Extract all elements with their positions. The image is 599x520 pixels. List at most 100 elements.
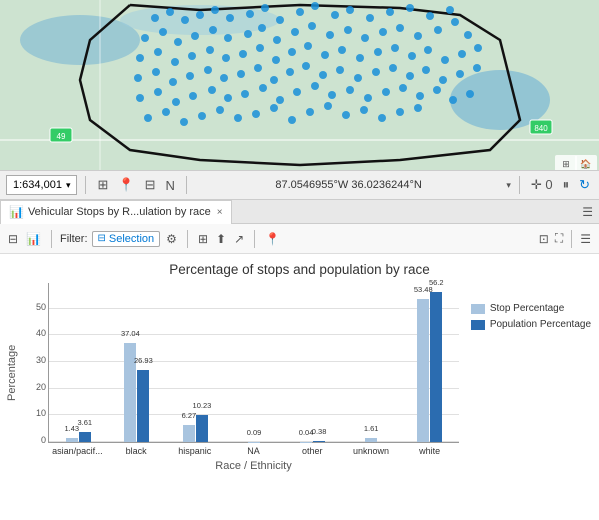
- x-label-white: white: [400, 446, 459, 456]
- columns-icon[interactable]: ⊞: [196, 232, 210, 246]
- legend-stop-box: [471, 304, 485, 314]
- list-view-icon[interactable]: ☰: [578, 232, 593, 246]
- bar-pop-label-other: 0.38: [312, 427, 327, 436]
- toolbar-separator-2: [186, 176, 187, 194]
- fullscreen-icon[interactable]: ⛶: [553, 231, 565, 246]
- bar-stop-hispanic: 6.27: [183, 425, 195, 442]
- nav-icon[interactable]: N: [162, 177, 177, 194]
- bar-group-asian/pacif...: 1.433.61: [49, 432, 108, 442]
- chart-area: Percentage of stops and population by ra…: [0, 254, 599, 520]
- table-icon[interactable]: ⊟: [142, 176, 159, 194]
- grid-label-30: 30: [36, 355, 49, 365]
- bar-group-unknown: 1.61: [342, 438, 401, 442]
- bar-pop-hispanic: 10.23: [196, 415, 208, 442]
- bar-stop-label-black: 37.04: [121, 329, 140, 338]
- bar-stop-asian/pacif...: 1.43: [66, 438, 78, 442]
- bar-stop-white: 53.48: [417, 299, 429, 442]
- filter-sep-1: [51, 230, 52, 248]
- grid-label-50: 50: [36, 302, 49, 312]
- filter-right-group: ⊡ ⛶ ☰: [537, 230, 593, 248]
- filter-sep-4: [571, 230, 572, 248]
- legend-stop-label: Stop Percentage: [490, 303, 565, 314]
- x-label-hispanic: hispanic: [165, 446, 224, 456]
- chart-plot-area: 010203040501.433.6137.0426.936.2710.230.…: [48, 283, 459, 443]
- bar-pop-label-white: 56.2: [429, 278, 444, 287]
- x-label-unknown: unknown: [342, 446, 401, 456]
- x-label-NA: NA: [224, 446, 283, 456]
- chart-view-icon[interactable]: 📊: [24, 232, 43, 246]
- share-icon[interactable]: ↗: [232, 232, 246, 246]
- bar-pop-label-hispanic: 10.23: [193, 401, 212, 410]
- svg-text:⊞: ⊞: [562, 159, 570, 169]
- chart-container: Percentage 010203040501.433.6137.0426.93…: [0, 283, 599, 498]
- bar-stop-label-NA: 0.09: [247, 428, 262, 437]
- filter-label: Filter:: [60, 233, 88, 245]
- bar-group-black: 37.0426.93: [108, 343, 167, 442]
- chart-title: Percentage of stops and population by ra…: [0, 262, 599, 277]
- bar-pop-black: 26.93: [137, 370, 149, 442]
- tab-menu-icon[interactable]: ☰: [582, 205, 593, 219]
- bar-stop-unknown: 1.61: [365, 438, 377, 442]
- x-axis-title: Race / Ethnicity: [48, 460, 459, 472]
- bar-stop-label-hispanic: 6.27: [182, 411, 197, 420]
- legend-pop: Population Percentage: [471, 319, 591, 330]
- zoom-fit-icon[interactable]: ⊡: [537, 232, 551, 246]
- map-pin-icon[interactable]: 📍: [263, 232, 282, 246]
- grid-label-40: 40: [36, 328, 49, 338]
- pause-icon[interactable]: ⏸: [560, 176, 573, 194]
- toolbar-separator-3: [519, 176, 520, 194]
- scale-selector[interactable]: 1:634,001 ▾: [6, 175, 77, 195]
- coords-dropdown[interactable]: ▾: [506, 180, 511, 191]
- legend-stop: Stop Percentage: [471, 303, 591, 314]
- bar-group-hispanic: 6.2710.23: [166, 415, 225, 442]
- bar-pop-other: 0.38: [313, 441, 325, 442]
- x-label-other: other: [283, 446, 342, 456]
- scale-dropdown-arrow[interactable]: ▾: [66, 180, 71, 191]
- bar-pop-label-black: 26.93: [134, 356, 153, 365]
- map-area: 49 840: [0, 0, 599, 170]
- x-label-asian/pacif...: asian/pacif...: [48, 446, 107, 456]
- grid-label-20: 20: [36, 382, 49, 392]
- chart-legend: Stop Percentage Population Percentage: [471, 303, 591, 335]
- table-view-icon[interactable]: ⊟: [6, 232, 20, 246]
- tab-label: Vehicular Stops by R...ulation by race: [28, 206, 211, 218]
- selection-filter-pill[interactable]: ⊟ Selection: [92, 231, 161, 247]
- tab-bar: 📊 Vehicular Stops by R...ulation by race…: [0, 200, 599, 224]
- coordinates-display: 87.0546955°W 36.0236244°N: [195, 179, 502, 191]
- tab-chart-icon: 📊: [9, 205, 24, 219]
- bar-group-white: 53.4856.2: [400, 292, 459, 442]
- grid-label-0: 0: [41, 435, 49, 445]
- bars-row: 1.433.6137.0426.936.2710.230.090.040.381…: [49, 282, 459, 442]
- filter-settings-icon[interactable]: ⚙: [164, 232, 179, 246]
- active-tab[interactable]: 📊 Vehicular Stops by R...ulation by race…: [0, 200, 232, 224]
- legend-pop-box: [471, 320, 485, 330]
- pin-icon[interactable]: 📍: [115, 176, 137, 194]
- filter-funnel-icon: ⊟: [98, 233, 106, 244]
- bar-group-other: 0.040.38: [283, 441, 342, 442]
- export-icon[interactable]: ⬆: [214, 232, 228, 246]
- refresh-icon[interactable]: ↻: [576, 176, 593, 194]
- bar-pop-asian/pacif...: 3.61: [79, 432, 91, 442]
- grid-label-10: 10: [36, 408, 49, 418]
- svg-text:49: 49: [57, 132, 66, 141]
- toolbar-separator-1: [85, 176, 86, 194]
- scale-value: 1:634,001: [13, 179, 62, 191]
- cursor-icon[interactable]: ✛ 0: [528, 176, 556, 194]
- toolbar: 1:634,001 ▾ ⊞ 📍 ⊟ N 87.0546955°W 36.0236…: [0, 170, 599, 200]
- y-axis-label: Percentage: [6, 293, 18, 453]
- filter-pill-label: Selection: [109, 233, 154, 245]
- svg-text:840: 840: [534, 124, 548, 133]
- x-labels: asian/pacif...blackhispanicNAotherunknow…: [48, 446, 459, 456]
- filter-sep-2: [187, 230, 188, 248]
- bar-pop-white: 56.2: [430, 292, 442, 442]
- chart-inner: 010203040501.433.6137.0426.936.2710.230.…: [18, 283, 599, 493]
- legend-pop-label: Population Percentage: [490, 319, 591, 330]
- svg-text:🏠: 🏠: [580, 159, 591, 169]
- filter-bar: ⊟ 📊 Filter: ⊟ Selection ⚙ ⊞ ⬆ ↗ 📍 ⊡ ⛶ ☰: [0, 224, 599, 254]
- bar-pop-label-asian/pacif...: 3.61: [77, 418, 92, 427]
- filter-sep-3: [254, 230, 255, 248]
- x-label-black: black: [107, 446, 166, 456]
- bar-stop-label-unknown: 1.61: [364, 424, 379, 433]
- grid-icon[interactable]: ⊞: [94, 176, 111, 194]
- tab-close-button[interactable]: ×: [217, 207, 223, 218]
